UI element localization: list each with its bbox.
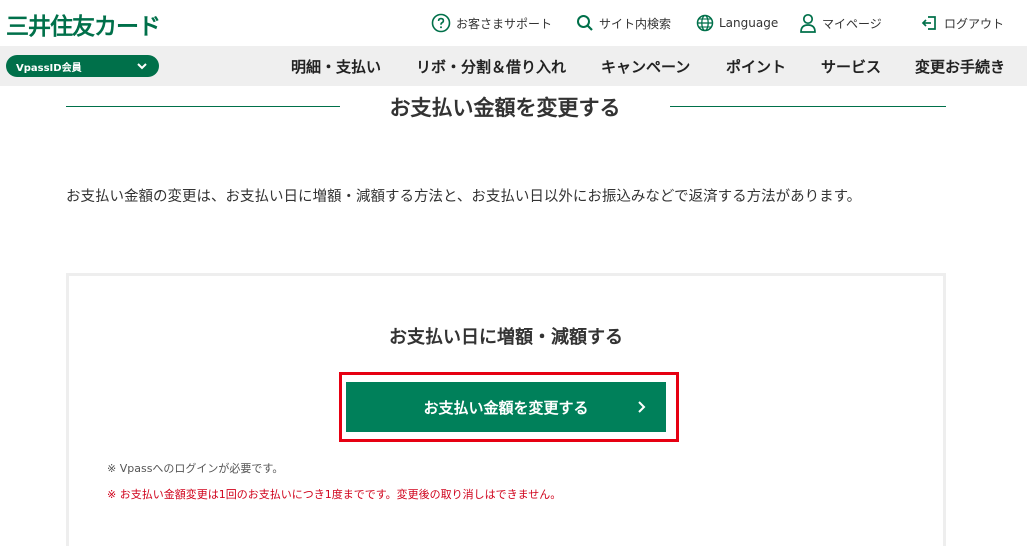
site-logo[interactable]: 三井住友カード: [6, 7, 161, 41]
panel-heading: お支払い日に増額・減額する: [389, 327, 623, 348]
customer-support-link[interactable]: お客さまサポート: [431, 12, 552, 34]
chevron-right-icon: [638, 401, 646, 413]
language-link[interactable]: Language: [696, 12, 778, 34]
globe-icon: [696, 14, 714, 32]
nav-item-points[interactable]: ポイント: [726, 46, 786, 86]
nav-item-services[interactable]: サービス: [821, 46, 881, 86]
page-description: お支払い金額の変更は、お支払い日に増額・減額する方法と、お支払い日以外にお振込み…: [66, 189, 862, 205]
title-divider-right: [670, 106, 946, 107]
change-payment-amount-button[interactable]: お支払い金額を変更する: [346, 382, 666, 432]
logout-label: ログアウト: [944, 16, 1005, 31]
site-search-link[interactable]: サイト内検索: [576, 12, 671, 34]
increase-decrease-panel: お支払い日に増額・減額する お支払い金額を変更する ※ Vpassへのログインが…: [66, 273, 946, 546]
question-circle-icon: [431, 13, 451, 33]
change-limit-warning: ※ お支払い金額変更は1回のお支払いにつき1度までです。変更後の取り消しはできま…: [107, 488, 562, 501]
member-type-select[interactable]: VpassID会員: [6, 55, 159, 77]
magnifier-icon: [577, 15, 593, 31]
logout-icon: [921, 16, 936, 30]
logout-link[interactable]: ログアウト: [921, 12, 1004, 34]
nav-item-campaigns[interactable]: キャンペーン: [601, 46, 690, 86]
person-icon: [800, 13, 816, 33]
login-required-note: ※ Vpassへのログインが必要です。: [107, 462, 284, 475]
site-search-label: サイト内検索: [599, 16, 672, 31]
mypage-link[interactable]: マイページ: [799, 12, 882, 34]
top-header: 三井住友カード お客さまサポート サイト内検索 Language マイページ ロ…: [0, 0, 1027, 46]
global-nav: VpassID会員 明細・支払い リボ・分割＆借り入れ キャンペーン ポイント …: [0, 46, 1027, 86]
nav-item-statements-payments[interactable]: 明細・支払い: [291, 46, 381, 86]
mypage-label: マイページ: [822, 16, 882, 31]
page-title: お支払い金額を変更する: [389, 96, 621, 120]
chevron-down-icon: [137, 63, 147, 70]
title-divider-left: [66, 106, 340, 107]
language-label: Language: [719, 16, 779, 30]
nav-item-change-procedures[interactable]: 変更お手続き: [915, 46, 1005, 86]
customer-support-label: お客さまサポート: [456, 16, 553, 31]
nav-item-revolving-installments[interactable]: リボ・分割＆借り入れ: [416, 46, 566, 86]
member-type-label: VpassID会員: [16, 62, 82, 74]
change-payment-amount-label: お支払い金額を変更する: [423, 398, 589, 417]
